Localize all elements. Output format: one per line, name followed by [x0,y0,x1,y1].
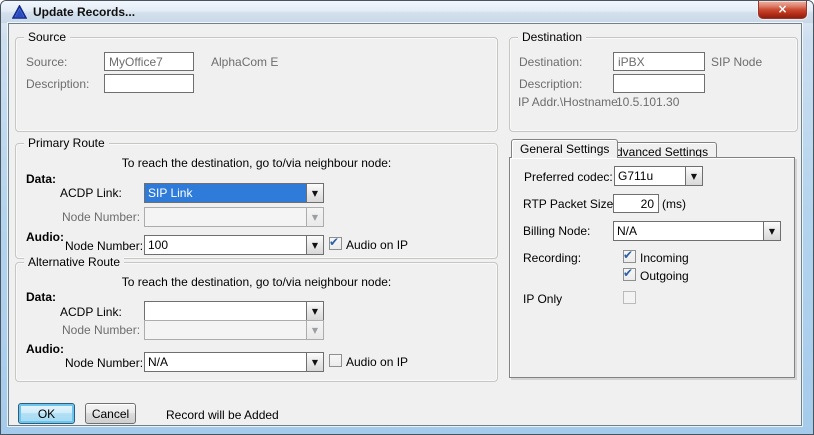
alt-acdp-link-combo[interactable]: ▼ [144,301,324,321]
destination-input[interactable] [613,52,705,71]
destination-group-legend: Destination [518,30,586,44]
primary-acdp-link-combo[interactable]: SIP Link ▼ [144,183,324,203]
ip-only-checkbox: ✔ [623,291,636,304]
alternative-route-instruction: To reach the destination, go to/via neig… [16,275,497,289]
rtp-unit-label: (ms) [662,197,686,211]
alt-audio-on-ip-label: Audio on IP [346,355,408,369]
update-records-dialog: Update Records... × Source Source: Alpha… [0,0,814,435]
dropdown-arrow-icon: ▼ [685,167,702,185]
source-label: Source: [26,55,67,69]
primary-data-label: Data: [26,172,56,186]
source-group-legend: Source [24,30,70,44]
source-input[interactable] [104,52,194,71]
primary-route-instruction: To reach the destination, go to/via neig… [16,156,497,170]
recording-outgoing-checkbox[interactable]: ✔ [623,268,636,281]
check-icon: ✔ [623,250,635,260]
dropdown-arrow-icon: ▼ [306,236,323,254]
dropdown-arrow-icon: ▼ [306,321,323,339]
primary-audio-node-combo[interactable]: 100 ▼ [144,235,324,255]
recording-incoming-label: Incoming [640,251,689,265]
source-type-label: AlphaCom E [211,55,278,69]
cancel-button[interactable]: Cancel [85,403,136,424]
dropdown-arrow-icon: ▼ [306,208,323,226]
alt-audio-node-label: Node Number: [65,356,143,370]
primary-audio-label: Audio: [26,230,64,244]
alternative-route-legend: Alternative Route [24,255,124,269]
recording-outgoing-label: Outgoing [640,269,689,283]
ip-hostname-label: IP Addr.\Hostname: [518,95,621,109]
dropdown-arrow-icon: ▼ [306,353,323,371]
rtp-packet-size-label: RTP Packet Size: [523,197,617,211]
dialog-client-area: Source Source: AlphaCom E Description: D… [8,23,802,426]
source-description-label: Description: [26,77,89,91]
primary-route-legend: Primary Route [24,136,109,150]
preferred-codec-combo[interactable]: G711u ▼ [614,166,703,186]
primary-node-number-label: Node Number: [62,210,140,224]
dropdown-arrow-icon: ▼ [306,184,323,202]
alt-audio-label: Audio: [26,342,64,356]
source-description-input[interactable] [104,74,194,93]
general-settings-panel [509,157,795,378]
alt-acdp-link-label: ACDP Link: [60,305,122,319]
destination-type-label: SIP Node [711,55,762,69]
alt-node-number-label: Node Number: [62,323,140,337]
recording-label: Recording: [523,251,581,265]
rtp-packet-size-input[interactable] [613,194,659,213]
window-title: Update Records... [33,5,135,19]
check-icon: ✔ [329,237,341,247]
ip-hostname-value: 10.5.101.30 [616,95,679,109]
destination-label: Destination: [519,55,582,69]
alt-data-label: Data: [26,290,56,304]
dropdown-arrow-icon: ▼ [306,302,323,320]
close-button[interactable]: × [758,1,807,19]
billing-node-combo[interactable]: N/A ▼ [613,221,781,241]
alt-audio-on-ip-checkbox[interactable]: ✔ [329,354,342,367]
preferred-codec-label: Preferred codec: [524,170,613,184]
alt-audio-node-combo[interactable]: N/A ▼ [144,352,324,372]
tab-general-settings[interactable]: General Settings [511,139,618,158]
destination-description-input[interactable] [613,74,705,93]
primary-acdp-link-label: ACDP Link: [60,186,122,200]
primary-audio-on-ip-label: Audio on IP [346,238,408,252]
alt-node-number-combo: ▼ [144,320,324,340]
title-bar: Update Records... [1,1,813,23]
ok-button[interactable]: OK [18,403,75,424]
primary-audio-on-ip-checkbox[interactable]: ✔ [329,237,342,250]
billing-node-label: Billing Node: [523,224,590,238]
check-icon: ✔ [623,268,635,278]
status-text: Record will be Added [166,408,279,422]
primary-audio-node-label: Node Number: [65,239,143,253]
dropdown-arrow-icon: ▼ [763,222,780,240]
recording-incoming-checkbox[interactable]: ✔ [623,250,636,263]
ip-only-label: IP Only [523,292,562,306]
primary-node-number-combo: ▼ [144,207,324,227]
app-triangle-icon [12,5,27,19]
destination-description-label: Description: [519,77,582,91]
